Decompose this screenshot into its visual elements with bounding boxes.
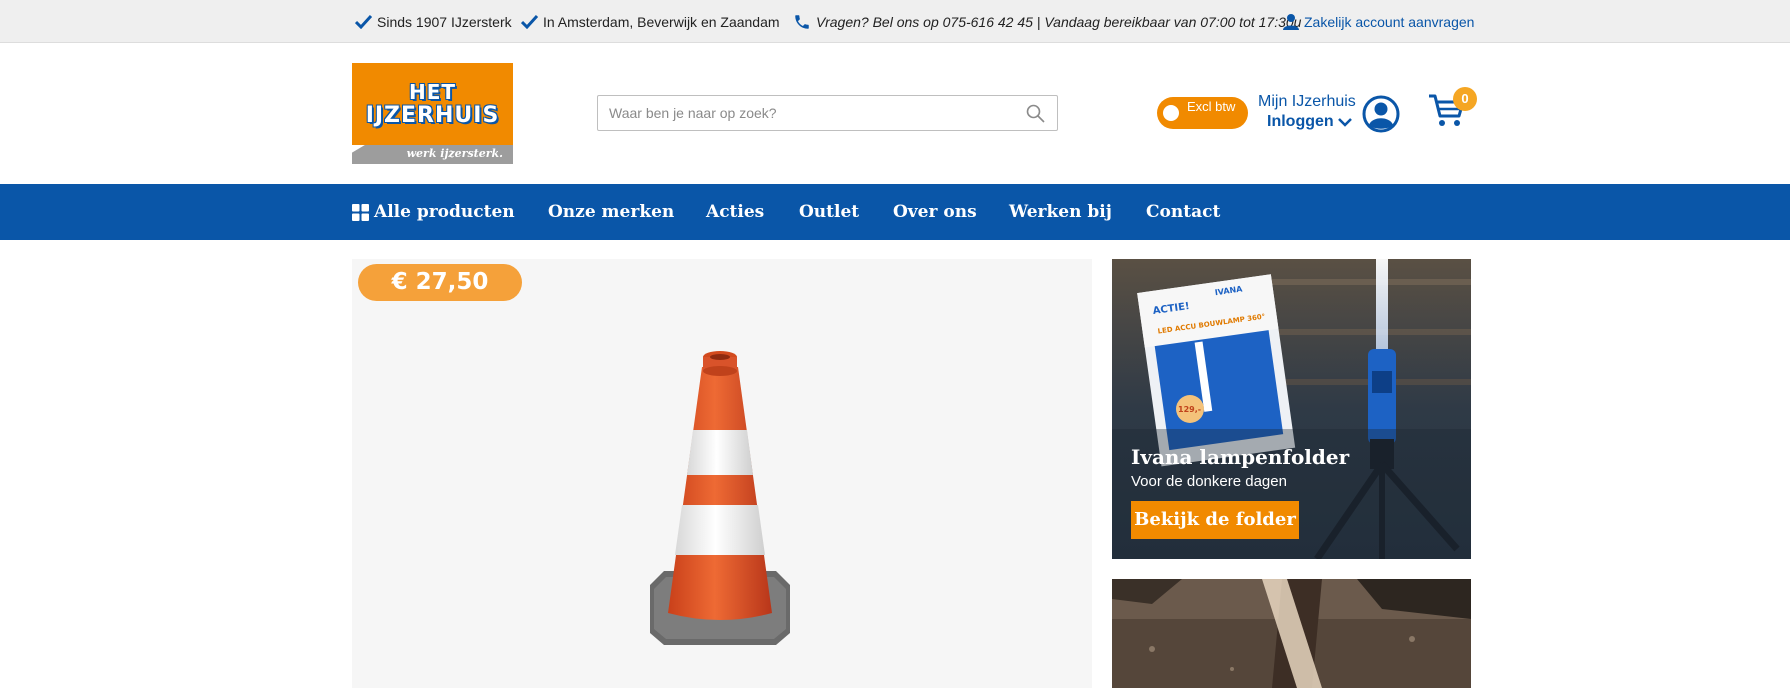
user-circle-icon[interactable] [1362, 95, 1400, 133]
logo[interactable]: HET IJZERHUIS werk ijzersterk. [352, 63, 513, 164]
nav-item-about[interactable]: Over ons [893, 184, 977, 240]
business-account-link[interactable]: Zakelijk account aanvragen [1283, 0, 1474, 43]
promo-title: Ivana lampenfolder [1131, 445, 1350, 469]
business-account-text: Zakelijk account aanvragen [1304, 13, 1475, 30]
vat-toggle[interactable]: Excl btw [1157, 97, 1248, 129]
nav-item-careers[interactable]: Werken bij [1009, 184, 1112, 240]
folder-price: 129,- [1178, 405, 1201, 414]
vat-toggle-label: Excl btw [1187, 99, 1236, 114]
promo-banner[interactable]: ACTIE! IVANA LED ACCU BOUWLAMP 360° 129,… [1112, 259, 1471, 559]
login-label: Inloggen [1267, 113, 1334, 130]
check-icon [521, 14, 538, 29]
login-dropdown[interactable]: Inloggen [1267, 113, 1352, 131]
main-nav: Alle producten Onze merken Acties Outlet… [0, 184, 1790, 240]
search-icon[interactable] [1026, 104, 1045, 123]
nav-item-outlet[interactable]: Outlet [799, 184, 859, 240]
account-title: Mijn IJzerhuis [1258, 93, 1356, 110]
search-box [597, 95, 1058, 131]
nav-item-deals[interactable]: Acties [706, 184, 764, 240]
traffic-cone-image[interactable] [640, 345, 800, 647]
header: HET IJZERHUIS werk ijzersterk. Excl btw … [0, 44, 1790, 184]
price-badge: € 27,50 [358, 264, 522, 301]
usp-locations: In Amsterdam, Beverwijk en Zaandam [521, 0, 780, 43]
promo-secondary-image [1112, 579, 1471, 688]
top-bar: Sinds 1907 IJzersterk In Amsterdam, Beve… [0, 0, 1790, 43]
nav-item-all-products[interactable]: Alle producten [352, 184, 515, 240]
nav-item-brands[interactable]: Onze merken [548, 184, 674, 240]
phone-icon [795, 14, 809, 29]
nav-item-contact[interactable]: Contact [1146, 184, 1220, 240]
logo-tagline: werk ijzersterk. [406, 147, 503, 160]
search-input[interactable] [598, 96, 1018, 130]
account-menu[interactable]: Mijn IJzerhuis Inloggen [1258, 93, 1356, 130]
usp-founded-text: Sinds 1907 IJzersterk [377, 13, 512, 30]
chevron-down-icon [1337, 118, 1352, 127]
view-folder-button[interactable]: Bekijk de folder [1131, 501, 1299, 539]
grid-icon [352, 203, 369, 221]
logo-line1: HET [408, 80, 457, 104]
nav-item-label: Alle producten [374, 202, 515, 222]
cart-count-badge: 0 [1453, 87, 1477, 111]
promo-banner-secondary[interactable] [1112, 579, 1471, 688]
usp-founded: Sinds 1907 IJzersterk [355, 0, 512, 43]
phone-text: Vragen? Bel ons op 075-616 42 45 | Vanda… [816, 13, 1302, 30]
toggle-knob [1163, 105, 1179, 121]
logo-line2: IJZERHUIS [365, 103, 500, 128]
phone-info[interactable]: Vragen? Bel ons op 075-616 42 45 | Vanda… [793, 0, 1301, 43]
usp-locations-text: In Amsterdam, Beverwijk en Zaandam [543, 13, 780, 30]
check-icon [355, 14, 372, 29]
promo-subtitle: Voor de donkere dagen [1131, 473, 1287, 490]
person-icon [1283, 14, 1299, 30]
